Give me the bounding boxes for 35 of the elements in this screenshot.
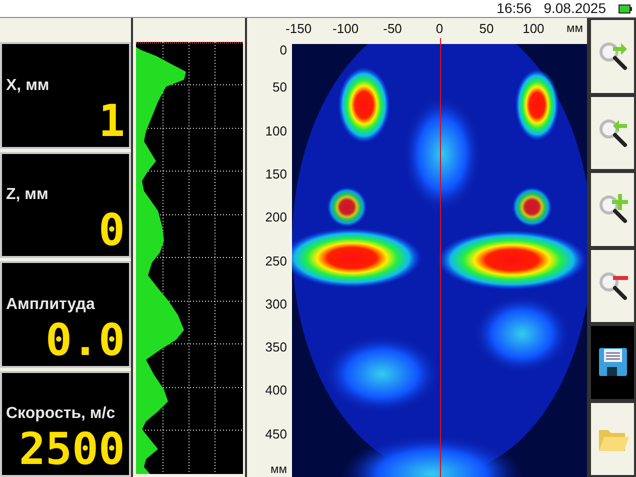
axis-unit: мм (270, 463, 287, 475)
open-button[interactable] (589, 400, 636, 477)
readout-label: Z, мм (6, 187, 50, 203)
axis-tick-label: 0 (280, 44, 287, 57)
axis-tick-label: -150 (286, 22, 312, 35)
axis-tick-label: 50 (272, 80, 287, 94)
save-button[interactable] (589, 324, 636, 400)
readout-value: 0.0 (46, 318, 125, 362)
readout-label: Скорость, м/с (6, 406, 116, 422)
axis-tick-label: 250 (265, 254, 287, 267)
readout-value: 0 (98, 209, 125, 253)
battery-icon (618, 4, 632, 14)
readout-label: X, мм (6, 78, 50, 94)
axis-tick-label: 100 (265, 124, 287, 138)
date-text: 9.08.2025 (544, 0, 606, 18)
axis-tick-label: 200 (265, 210, 287, 224)
readout-value: 2500 (19, 428, 125, 472)
readout-label: Амплитуда (6, 296, 96, 312)
axis-tick-label: 150 (265, 167, 287, 180)
axis-tick-label: -50 (383, 22, 402, 35)
axis-tick-label: 400 (265, 384, 287, 397)
zoom-button[interactable] (589, 248, 636, 324)
axis-tick-label: 450 (265, 427, 287, 440)
axis-tick-label: 300 (265, 297, 287, 310)
axis-tick-label: 50 (479, 22, 494, 35)
clock-time: 16:56 (496, 0, 532, 18)
zoom-button[interactable] (589, 171, 636, 248)
zoom-button[interactable] (589, 18, 636, 94)
readout-value: 1 (98, 100, 125, 144)
axis-tick-label: 100 (522, 22, 544, 35)
axis-tick-label: 350 (265, 340, 287, 354)
zoom-button[interactable] (589, 94, 636, 171)
axis-tick-label: 0 (436, 22, 444, 35)
axis-unit: мм (566, 22, 583, 34)
axis-tick-label: -100 (332, 22, 359, 35)
